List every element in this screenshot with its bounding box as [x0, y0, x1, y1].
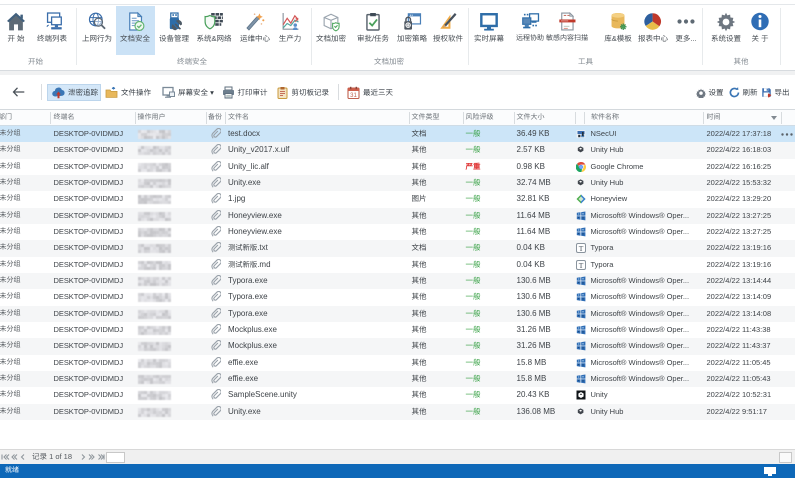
svg-text:T: T	[579, 244, 584, 253]
svg-text:31: 31	[350, 93, 357, 99]
svg-text:T: T	[579, 260, 584, 269]
